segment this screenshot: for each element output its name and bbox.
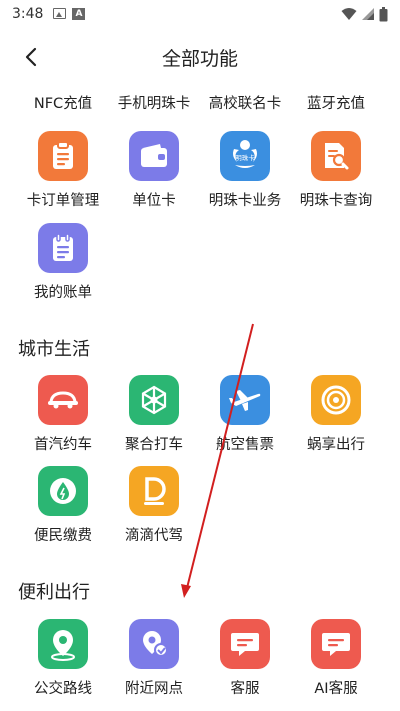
gallery-notification-icon — [53, 8, 67, 19]
battery-icon — [379, 6, 388, 21]
item-label: 附近网点 — [125, 681, 183, 697]
plane-icon — [220, 375, 270, 425]
item-mobile-pearl-card[interactable]: 手机明珠卡 — [104, 92, 204, 122]
item-label: 蓝牙充值 — [307, 96, 365, 112]
item-bus-routes[interactable]: 公交路线 — [13, 619, 113, 698]
item-label: 卡订单管理 — [26, 193, 100, 209]
drop-icon — [38, 466, 88, 516]
doc-search-icon — [311, 131, 361, 181]
didi-icon — [129, 466, 179, 516]
nearby-icon — [129, 619, 179, 669]
car-icon — [38, 375, 88, 425]
pearl-card-icon-text: 明珠卡 — [235, 153, 255, 162]
item-unit-card[interactable]: 单位卡 — [104, 131, 204, 210]
item-snail-travel[interactable]: 蜗享出行 — [286, 375, 386, 454]
item-label: 公交路线 — [34, 681, 92, 697]
bill-icon — [38, 223, 88, 273]
ai-chat-icon — [311, 619, 361, 669]
item-my-bill[interactable]: 我的账单 — [13, 223, 113, 302]
item-campus-card[interactable]: 高校联名卡 — [195, 92, 295, 122]
item-pearl-card-query[interactable]: 明珠卡查询 — [286, 131, 386, 210]
item-label: 聚合打车 — [125, 437, 183, 453]
section-title-city-life: 城市生活 — [18, 339, 90, 360]
item-aggregate-taxi[interactable]: 聚合打车 — [104, 375, 204, 454]
item-nearby-outlets[interactable]: 附近网点 — [104, 619, 204, 698]
header: 全部功能 — [0, 28, 400, 86]
pearl-card-icon: 明珠卡 — [220, 131, 270, 181]
signal-icon — [362, 8, 374, 20]
item-air-tickets[interactable]: 航空售票 — [195, 375, 295, 454]
item-customer-service[interactable]: 客服 — [195, 619, 295, 698]
item-utility-payment[interactable]: 便民缴费 — [13, 466, 113, 545]
item-label: 客服 — [230, 681, 260, 697]
item-label: 我的账单 — [34, 285, 92, 301]
item-label: AI客服 — [314, 681, 358, 697]
section-title-convenient-travel: 便利出行 — [18, 582, 90, 603]
status-time: 3:48 — [12, 6, 44, 22]
wallet-icon — [129, 131, 179, 181]
item-ai-customer-service[interactable]: AI客服 — [286, 619, 386, 698]
item-label: 高校联名卡 — [208, 96, 282, 112]
item-shouqi-car[interactable]: 首汽约车 — [13, 375, 113, 454]
app-notification-icon: A — [72, 8, 86, 20]
item-bluetooth-recharge[interactable]: 蓝牙充值 — [286, 92, 386, 122]
network-icon — [129, 375, 179, 425]
item-card-orders[interactable]: 卡订单管理 — [13, 131, 113, 210]
item-nfc-recharge[interactable]: NFC充值 — [13, 92, 113, 122]
item-label: 明珠卡业务 — [208, 193, 282, 209]
item-label: NFC充值 — [33, 96, 93, 112]
item-label: 明珠卡查询 — [299, 193, 373, 209]
item-label: 滴滴代驾 — [125, 528, 183, 544]
item-label: 手机明珠卡 — [117, 96, 191, 112]
wifi-icon — [341, 8, 357, 20]
location-pin-icon — [38, 619, 88, 669]
item-didi-driver[interactable]: 滴滴代驾 — [104, 466, 204, 545]
item-label: 航空售票 — [216, 437, 274, 453]
status-bar: 3:48 A — [0, 0, 400, 28]
item-label: 便民缴费 — [34, 528, 92, 544]
item-label: 单位卡 — [132, 193, 176, 209]
page-title: 全部功能 — [161, 48, 238, 70]
clipboard-icon — [38, 131, 88, 181]
item-pearl-card-business[interactable]: 明珠卡 明珠卡业务 — [195, 131, 295, 210]
snail-icon — [311, 375, 361, 425]
item-label: 蜗享出行 — [307, 437, 365, 453]
item-label: 首汽约车 — [34, 437, 92, 453]
chat-icon — [220, 619, 270, 669]
